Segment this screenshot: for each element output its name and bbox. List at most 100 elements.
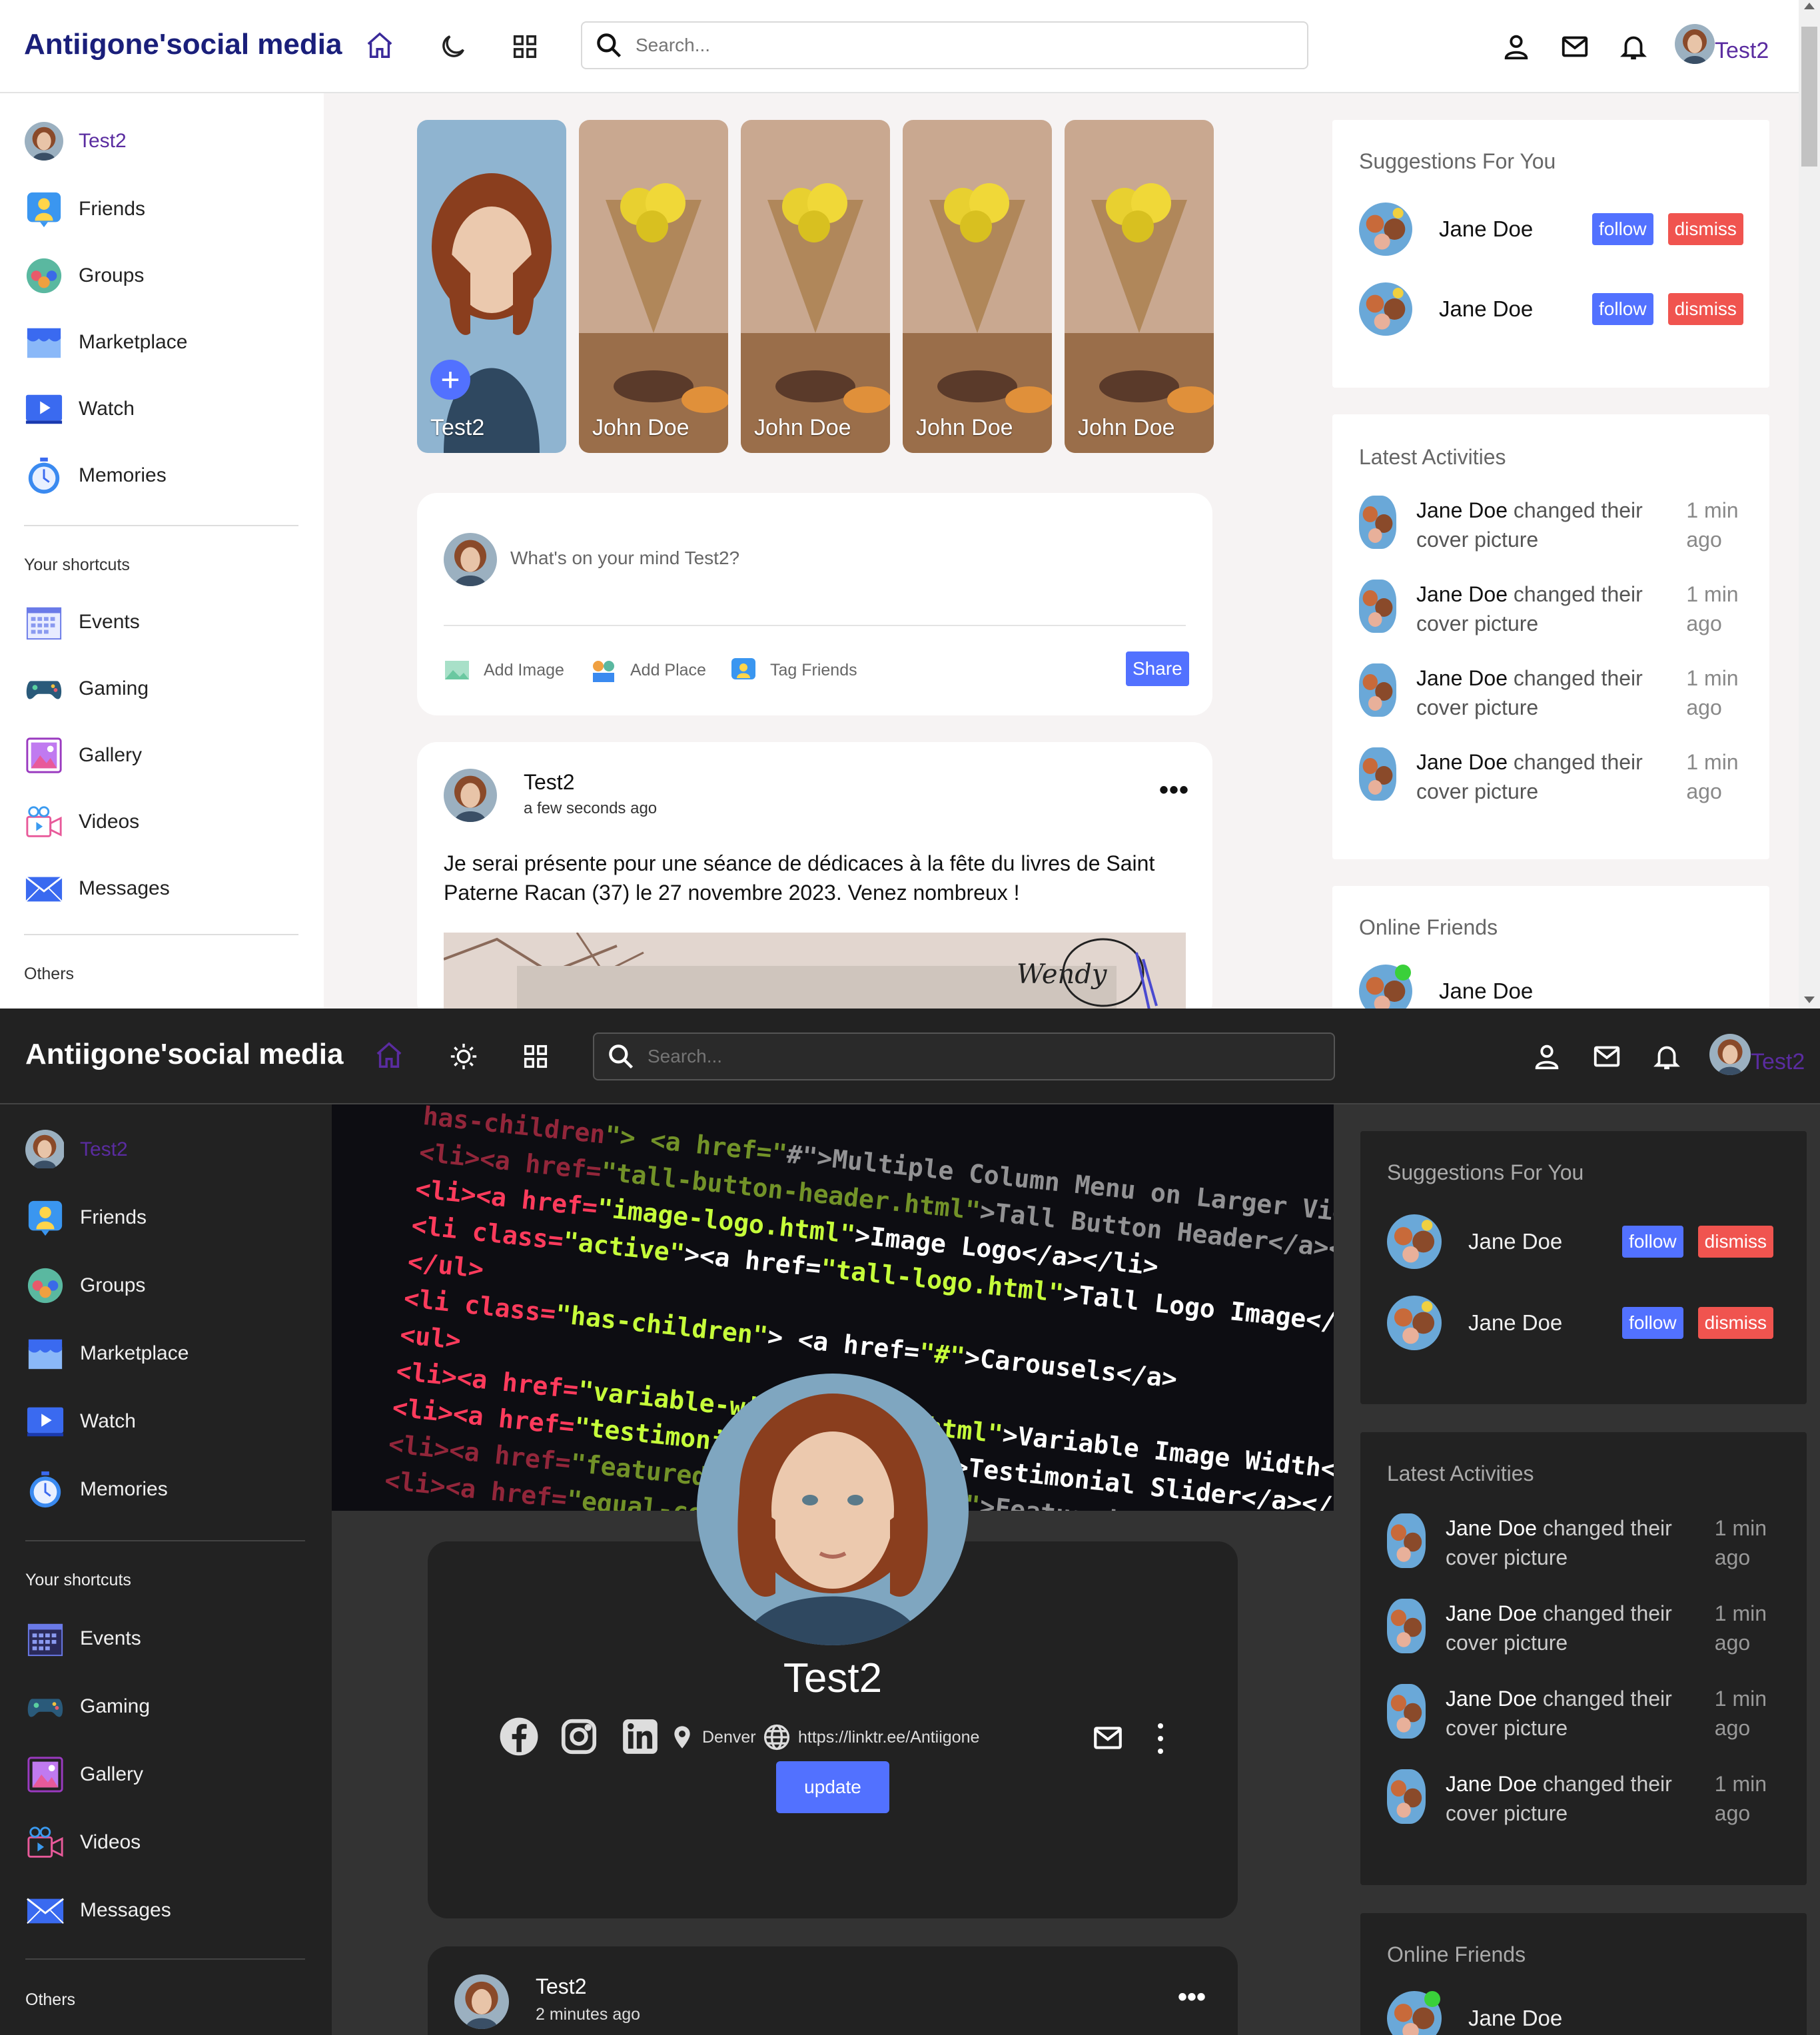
instagram-icon[interactable] xyxy=(558,1716,600,1757)
home-icon[interactable] xyxy=(369,1035,409,1075)
person-icon[interactable] xyxy=(1496,27,1536,67)
apps-grid-icon[interactable] xyxy=(516,1036,556,1076)
story-card[interactable]: John Doe xyxy=(1065,120,1214,453)
sidebar-item-marketplace[interactable]: Marketplace xyxy=(24,322,187,362)
apps-grid-icon[interactable] xyxy=(505,27,545,67)
post-author-avatar[interactable] xyxy=(454,1974,509,2029)
sidebar-item-friends[interactable]: Friends xyxy=(25,1198,147,1238)
activity-avatar[interactable] xyxy=(1387,1769,1426,1824)
sidebar-item-gallery[interactable]: Gallery xyxy=(25,1755,143,1795)
activity-avatar[interactable] xyxy=(1359,747,1396,801)
follow-button[interactable]: follow xyxy=(1592,293,1653,325)
follow-button[interactable]: follow xyxy=(1592,213,1653,245)
add-place-button[interactable]: Add Place xyxy=(590,657,706,683)
search-input[interactable] xyxy=(636,35,1235,56)
online-friend-row[interactable]: Jane Doe xyxy=(1387,1990,1773,2035)
post-more-icon[interactable]: ••• xyxy=(1178,1982,1206,2012)
sidebar-item-messages[interactable]: Messages xyxy=(25,1890,171,1930)
suggestion-name[interactable]: Jane Doe xyxy=(1439,216,1592,242)
linkedin-icon[interactable] xyxy=(620,1716,661,1757)
light-mode-icon[interactable] xyxy=(444,1036,484,1076)
sidebar-item-profile[interactable]: Test2 xyxy=(25,1130,128,1170)
sidebar-item-gallery[interactable]: Gallery xyxy=(24,735,142,775)
sidebar-item-watch[interactable]: Watch xyxy=(25,1402,136,1441)
sidebar-item-videos[interactable]: Videos xyxy=(24,802,139,842)
page-scrollbar[interactable] xyxy=(1799,0,1820,1009)
suggestion-avatar[interactable] xyxy=(1359,203,1412,256)
story-card[interactable]: John Doe xyxy=(741,120,890,453)
story-card-own[interactable]: + Test2 xyxy=(417,120,566,453)
post-author-name[interactable]: Test2 xyxy=(536,1974,586,1999)
activity-user[interactable]: Jane Doe xyxy=(1446,1516,1537,1540)
navbar-user[interactable]: Test2 xyxy=(1675,24,1769,64)
activity-user[interactable]: Jane Doe xyxy=(1416,666,1508,690)
activity-user[interactable]: Jane Doe xyxy=(1416,750,1508,774)
composer-input[interactable]: What's on your mind Test2? xyxy=(510,548,739,569)
brand-logo[interactable]: Antiigone'social media xyxy=(24,28,342,61)
bell-icon[interactable] xyxy=(1647,1036,1687,1076)
profile-more-icon[interactable] xyxy=(1154,1720,1167,1757)
tag-friends-button[interactable]: Tag Friends xyxy=(730,657,857,683)
activity-user[interactable]: Jane Doe xyxy=(1416,582,1508,606)
update-profile-button[interactable]: update xyxy=(776,1761,889,1813)
dismiss-button[interactable]: dismiss xyxy=(1667,293,1743,325)
mail-icon[interactable] xyxy=(1587,1036,1627,1076)
facebook-icon[interactable] xyxy=(498,1716,540,1757)
follow-button[interactable]: follow xyxy=(1622,1226,1683,1258)
post-author-name[interactable]: Test2 xyxy=(524,770,574,795)
scroll-down-arrow[interactable] xyxy=(1804,997,1815,1003)
sidebar-item-profile[interactable]: Test2 xyxy=(24,121,127,161)
suggestion-avatar[interactable] xyxy=(1359,282,1412,336)
activity-user[interactable]: Jane Doe xyxy=(1416,498,1508,522)
brand-logo[interactable]: Antiigone'social media xyxy=(25,1038,343,1071)
profile-picture[interactable] xyxy=(697,1374,969,1645)
add-image-button[interactable]: Add Image xyxy=(444,657,564,683)
sidebar-item-gaming[interactable]: Gaming xyxy=(24,669,149,709)
scroll-up-arrow[interactable] xyxy=(1804,3,1815,9)
add-story-icon[interactable]: + xyxy=(430,360,470,400)
activity-avatar[interactable] xyxy=(1359,580,1396,633)
activity-user[interactable]: Jane Doe xyxy=(1446,1772,1537,1796)
sidebar-item-marketplace[interactable]: Marketplace xyxy=(25,1334,189,1374)
sidebar-item-events[interactable]: Events xyxy=(24,602,140,642)
scrollbar-thumb[interactable] xyxy=(1801,27,1817,167)
activity-user[interactable]: Jane Doe xyxy=(1446,1687,1537,1711)
website-link[interactable]: https://linktr.ee/Antiigone xyxy=(762,1723,979,1752)
sidebar-item-events[interactable]: Events xyxy=(25,1619,141,1659)
follow-button[interactable]: follow xyxy=(1622,1307,1683,1339)
post-more-icon[interactable]: ••• xyxy=(1159,775,1189,805)
dismiss-button[interactable]: dismiss xyxy=(1697,1307,1773,1339)
sidebar-item-groups[interactable]: Groups xyxy=(25,1266,145,1306)
navbar-user[interactable]: Test2 xyxy=(1709,1034,1805,1075)
sidebar-item-memories[interactable]: Memories xyxy=(25,1469,168,1509)
suggestion-name[interactable]: Jane Doe xyxy=(1468,1310,1622,1336)
activity-avatar[interactable] xyxy=(1387,1599,1426,1653)
person-icon[interactable] xyxy=(1527,1036,1567,1076)
search-input[interactable] xyxy=(648,1046,1247,1067)
share-button[interactable]: Share xyxy=(1126,651,1189,686)
bell-icon[interactable] xyxy=(1613,27,1653,67)
post-image[interactable]: Wendy xyxy=(444,933,1186,1009)
dismiss-button[interactable]: dismiss xyxy=(1697,1226,1773,1258)
post-author-avatar[interactable] xyxy=(444,769,497,822)
sidebar-item-memories[interactable]: Memories xyxy=(24,456,167,496)
suggestion-name[interactable]: Jane Doe xyxy=(1439,296,1592,322)
online-friend-row[interactable]: Jane Doe xyxy=(1359,963,1745,1009)
suggestion-avatar[interactable] xyxy=(1387,1214,1442,1269)
story-card[interactable]: John Doe xyxy=(903,120,1052,453)
sidebar-item-messages[interactable]: Messages xyxy=(24,869,170,909)
activity-avatar[interactable] xyxy=(1387,1513,1426,1568)
sidebar-item-gaming[interactable]: Gaming xyxy=(25,1687,150,1727)
activity-user[interactable]: Jane Doe xyxy=(1446,1601,1537,1625)
mail-icon[interactable] xyxy=(1555,27,1595,67)
suggestion-name[interactable]: Jane Doe xyxy=(1468,1229,1622,1254)
sidebar-item-videos[interactable]: Videos xyxy=(25,1823,141,1862)
sidebar-item-watch[interactable]: Watch xyxy=(24,389,135,429)
dismiss-button[interactable]: dismiss xyxy=(1667,213,1743,245)
activity-avatar[interactable] xyxy=(1387,1684,1426,1739)
sidebar-item-friends[interactable]: Friends xyxy=(24,189,145,229)
story-card[interactable]: John Doe xyxy=(579,120,728,453)
sidebar-item-groups[interactable]: Groups xyxy=(24,256,144,296)
suggestion-avatar[interactable] xyxy=(1387,1296,1442,1350)
activity-avatar[interactable] xyxy=(1359,496,1396,549)
